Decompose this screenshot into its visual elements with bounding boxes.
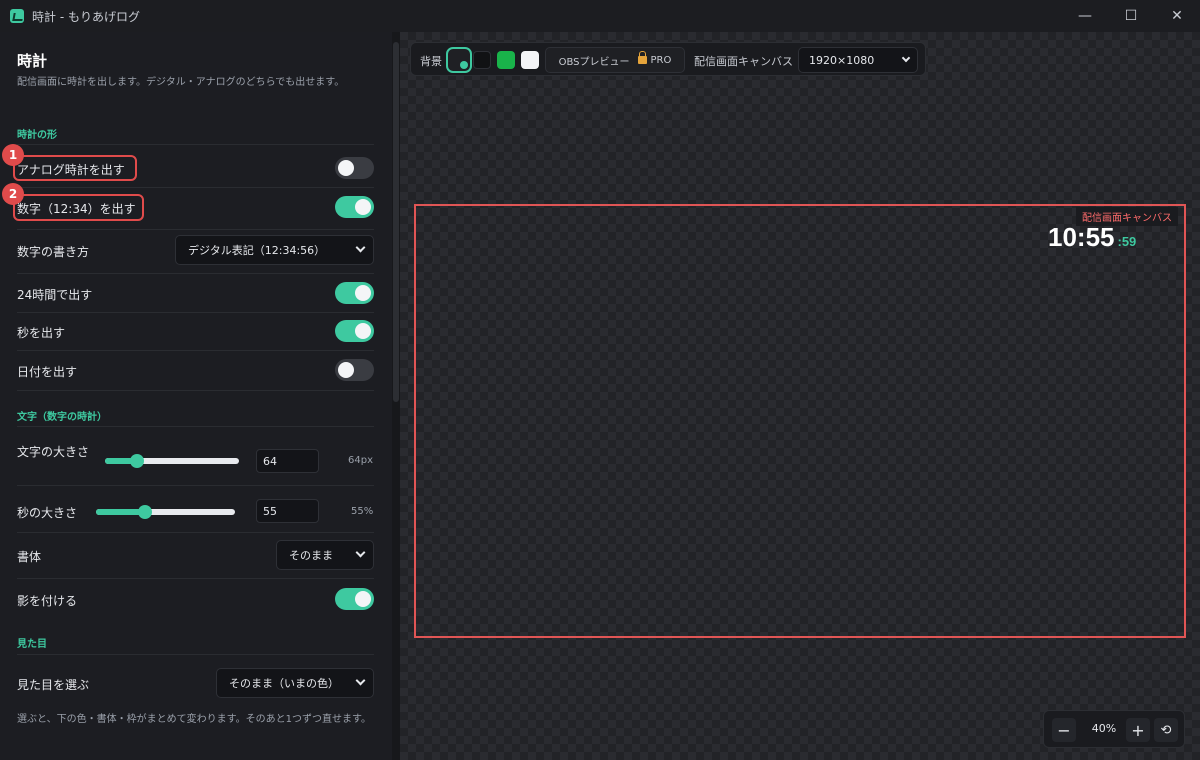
chevron-down-icon — [355, 675, 366, 686]
divider — [17, 187, 374, 188]
divider — [17, 578, 374, 579]
pro-label: PRO — [650, 54, 672, 66]
seconds-size-input[interactable]: 55 — [256, 499, 319, 523]
seconds-toggle[interactable] — [335, 320, 374, 342]
section-text: 文字（数字の時計） — [17, 412, 107, 423]
selected-dot-icon — [460, 61, 468, 69]
preview-area: 背景 OBSプレビュー PRO 配信画面キャンバス 1920×1080 配信画面… — [400, 32, 1200, 760]
clock-seconds: :59 — [1117, 234, 1137, 249]
divider — [17, 390, 374, 391]
seconds-size-unit: 55% — [351, 506, 374, 517]
number-format-select[interactable]: デジタル表記（12:34:56） — [175, 235, 374, 265]
text-size-input[interactable]: 64 — [256, 449, 319, 473]
text-size-slider-handle[interactable] — [130, 454, 145, 468]
window-title: 時計 - もりあげログ — [32, 9, 140, 24]
number-format-label: 数字の書き方 — [17, 245, 90, 259]
font-label: 書体 — [17, 550, 42, 564]
seconds-size-label: 秒の大きさ — [17, 506, 78, 520]
seconds-size-slider[interactable] — [96, 505, 235, 519]
background-label: 背景 — [420, 55, 442, 68]
clock-preview[interactable]: 10:55 :59 — [1048, 222, 1136, 253]
settings-panel: 時計 配信画面に時計を出します。デジタル・アナログのどちらでも出せます。 時計の… — [0, 32, 392, 760]
clock-time: 10:55 — [1048, 222, 1115, 252]
digital-clock-toggle[interactable] — [335, 196, 374, 218]
divider — [17, 485, 374, 486]
section-shape: 時計の形 — [17, 130, 57, 141]
24h-label: 24時間で出す — [17, 288, 93, 302]
divider — [17, 350, 374, 351]
shadow-label: 影を付ける — [17, 594, 78, 608]
number-format-value: デジタル表記（12:34:56） — [188, 244, 326, 257]
seconds-label: 秒を出す — [17, 326, 66, 340]
panel-description: 配信画面に時計を出します。デジタル・アナログのどちらでも出せます。 — [17, 77, 345, 88]
text-size-unit: 64px — [348, 455, 373, 466]
font-select[interactable]: そのまま — [276, 540, 374, 570]
zoom-level: 40% — [1091, 722, 1117, 735]
date-label: 日付を出す — [17, 365, 78, 379]
24h-toggle[interactable] — [335, 282, 374, 304]
divider — [17, 273, 374, 274]
divider — [17, 229, 374, 230]
divider — [17, 654, 374, 655]
resolution-value: 1920×1080 — [809, 53, 875, 67]
maximize-button[interactable]: ☐ — [1108, 0, 1154, 32]
chevron-down-icon — [355, 547, 366, 558]
canvas-size-label: 配信画面キャンバス — [694, 55, 793, 68]
zoom-control: − 40% + ⟲ — [1043, 710, 1185, 748]
divider — [17, 144, 374, 145]
text-size-label: 文字の大きさ — [17, 445, 90, 459]
stream-canvas: 配信画面キャンバス 10:55 :59 — [414, 204, 1186, 638]
theme-value: そのまま（いまの色） — [229, 677, 339, 690]
zoom-in-button[interactable]: + — [1126, 718, 1150, 742]
seconds-size-slider-handle[interactable] — [137, 505, 152, 519]
chevron-down-icon — [901, 53, 911, 63]
scrollbar-thumb[interactable] — [393, 42, 399, 402]
divider — [17, 312, 374, 313]
obs-preview-button[interactable]: OBSプレビュー PRO — [545, 47, 685, 73]
analog-clock-label: アナログ時計を出す — [17, 163, 125, 177]
swatch-black[interactable] — [473, 51, 491, 69]
divider — [17, 532, 374, 533]
obs-preview-label: OBSプレビュー — [558, 56, 630, 68]
date-toggle[interactable] — [335, 359, 374, 381]
title-bar: 時計 - もりあげログ — ☐ ✕ — [0, 0, 1200, 32]
swatch-green[interactable] — [497, 51, 515, 69]
font-value: そのまま — [289, 549, 333, 562]
zoom-reset-button[interactable]: ⟲ — [1154, 718, 1178, 742]
theme-label: 見た目を選ぶ — [17, 678, 90, 692]
minimize-button[interactable]: — — [1062, 0, 1108, 32]
panel-title: 時計 — [17, 52, 48, 70]
shadow-toggle[interactable] — [335, 588, 374, 610]
analog-clock-toggle[interactable] — [335, 157, 374, 179]
lock-icon — [637, 51, 647, 64]
divider — [17, 426, 374, 427]
app-icon — [10, 9, 24, 23]
swatch-white[interactable] — [521, 51, 539, 69]
zoom-out-button[interactable]: − — [1052, 718, 1076, 742]
text-size-slider[interactable] — [105, 454, 239, 468]
panel-scrollbar[interactable] — [392, 32, 400, 760]
resolution-select[interactable]: 1920×1080 — [798, 47, 918, 73]
theme-footnote: 選ぶと、下の色・書体・枠がまとめて変わります。そのあと1つずつ直せます。 — [17, 714, 371, 725]
close-button[interactable]: ✕ — [1154, 0, 1200, 32]
theme-select[interactable]: そのまま（いまの色） — [216, 668, 374, 698]
preview-toolbar: 背景 OBSプレビュー PRO 配信画面キャンバス 1920×1080 — [410, 42, 926, 76]
window-controls: — ☐ ✕ — [1062, 0, 1200, 32]
digital-clock-label: 数字（12:34）を出す — [17, 202, 136, 216]
section-look: 見た目 — [17, 639, 47, 650]
chevron-down-icon — [355, 242, 366, 253]
swatch-dark-selected[interactable] — [446, 47, 472, 73]
